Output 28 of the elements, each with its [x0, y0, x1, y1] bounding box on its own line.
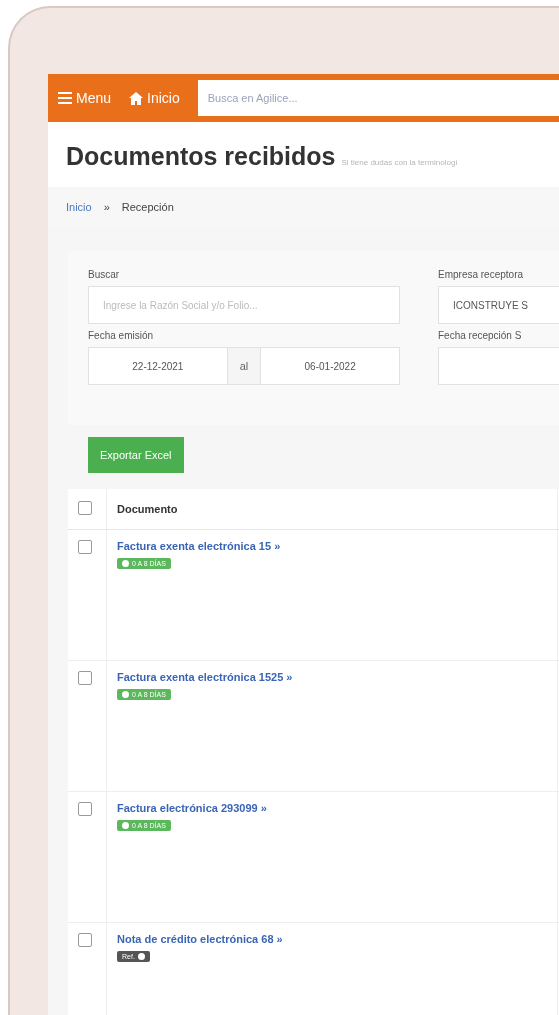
row-checkbox[interactable]	[78, 671, 92, 685]
date-to-input[interactable]: 06-01-2022	[260, 347, 400, 385]
home-link[interactable]: Inicio	[129, 90, 180, 106]
document-link[interactable]: Factura exenta electrónica 1525 »	[117, 671, 547, 683]
home-icon	[129, 91, 144, 105]
row-checkbox[interactable]	[78, 802, 92, 816]
breadcrumb-link[interactable]: Inicio	[66, 201, 92, 213]
breadcrumb-separator: »	[103, 201, 110, 213]
field-label: Fecha recepción S	[438, 330, 523, 341]
document-link[interactable]: Factura electrónica 293099 »	[117, 802, 547, 814]
select-all-checkbox[interactable]	[78, 501, 92, 515]
document-link[interactable]: Factura exenta electrónica 15 »	[117, 540, 547, 552]
document-link[interactable]: Nota de crédito electrónica 68 »	[117, 933, 547, 945]
row-checkbox[interactable]	[78, 933, 92, 947]
field-label: Empresa receptora	[438, 269, 525, 280]
column-header: Documento	[106, 489, 558, 530]
field-label: Buscar	[88, 269, 121, 280]
date-from-input[interactable]: 22-12-2021	[88, 347, 228, 385]
company-select[interactable]: ICONSTRUYE S	[438, 286, 559, 324]
breadcrumb-current: Recepción	[121, 201, 174, 213]
range-separator: al	[227, 347, 261, 385]
page-title: Documentos recibidos	[66, 142, 336, 171]
search-input[interactable]: Ingrese la Razón Social y/o Folio...	[88, 286, 400, 324]
menu-icon	[58, 92, 72, 104]
search-field[interactable]: Busca en Agilice...	[197, 80, 559, 116]
field-label: Fecha emisión	[88, 330, 155, 341]
row-checkbox[interactable]	[78, 540, 92, 554]
menu-link[interactable]: Menu	[58, 90, 112, 106]
